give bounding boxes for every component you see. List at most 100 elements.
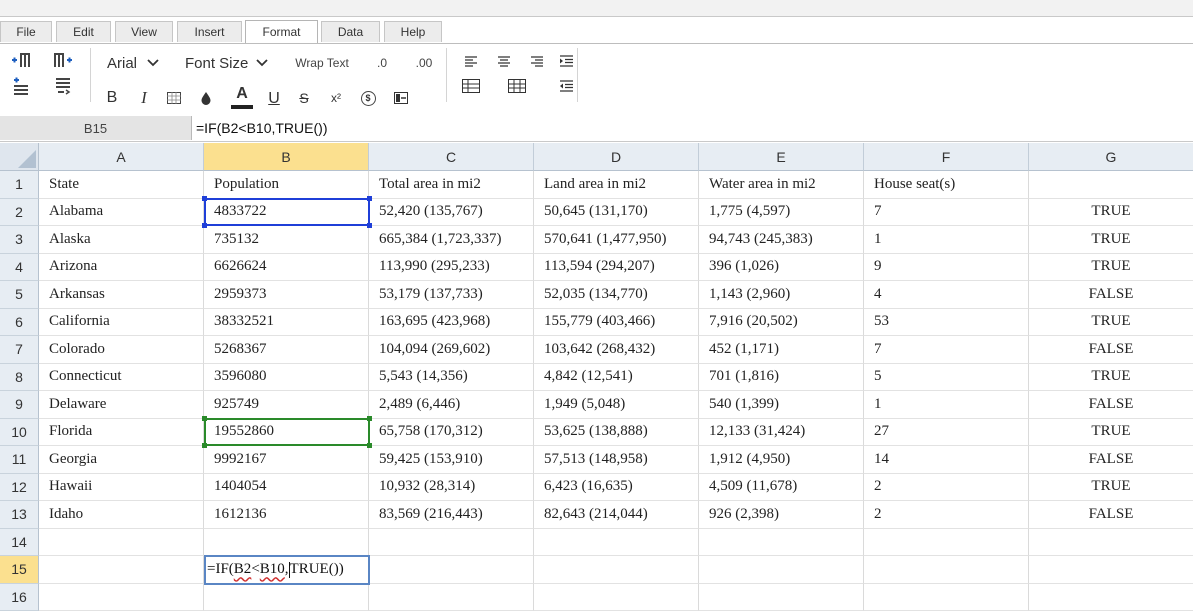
cell-d14[interactable]: [534, 529, 699, 557]
cell-a16[interactable]: [39, 584, 204, 611]
cell-c4[interactable]: 113,990 (295,233): [369, 254, 534, 282]
row-header-9[interactable]: 9: [0, 391, 39, 419]
cell-f12[interactable]: 2: [864, 474, 1029, 502]
text-color-button[interactable]: A: [229, 84, 255, 110]
cell-e6[interactable]: 7,916 (20,502): [699, 309, 864, 337]
cell-a15[interactable]: [39, 556, 204, 584]
tab-data[interactable]: Data: [321, 21, 380, 42]
row-header-10[interactable]: 10: [0, 419, 39, 447]
cell-c15[interactable]: [369, 556, 534, 584]
cell-e13[interactable]: 926 (2,398): [699, 501, 864, 529]
align-right-icon[interactable]: [526, 52, 548, 70]
row-header-15[interactable]: 15: [0, 556, 39, 584]
cell-f11[interactable]: 14: [864, 446, 1029, 474]
cell-editor-b15[interactable]: =IF(B2<B10,TRUE()): [204, 555, 370, 585]
cell-f5[interactable]: 4: [864, 281, 1029, 309]
cell-c10[interactable]: 65,758 (170,312): [369, 419, 534, 447]
underline-button[interactable]: U: [264, 88, 284, 110]
cell-e4[interactable]: 396 (1,026): [699, 254, 864, 282]
cell-d16[interactable]: [534, 584, 699, 611]
row-header-14[interactable]: 14: [0, 529, 39, 557]
cell-a5[interactable]: Arkansas: [39, 281, 204, 309]
cell-d10[interactable]: 53,625 (138,888): [534, 419, 699, 447]
cell-d2[interactable]: 50,645 (131,170): [534, 199, 699, 227]
cell-c11[interactable]: 59,425 (153,910): [369, 446, 534, 474]
cell-d9[interactable]: 1,949 (5,048): [534, 391, 699, 419]
cell-f16[interactable]: [864, 584, 1029, 611]
row-header-12[interactable]: 12: [0, 474, 39, 502]
cell-g10[interactable]: TRUE: [1029, 419, 1193, 447]
cell-e10[interactable]: 12,133 (31,424): [699, 419, 864, 447]
cell-b9[interactable]: 925749: [204, 391, 369, 419]
cell-a14[interactable]: [39, 529, 204, 557]
row-header-5[interactable]: 5: [0, 281, 39, 309]
cell-g6[interactable]: TRUE: [1029, 309, 1193, 337]
tab-insert[interactable]: Insert: [177, 21, 242, 42]
outdent-icon[interactable]: [555, 76, 577, 96]
cell-b14[interactable]: [204, 529, 369, 557]
cell-e11[interactable]: 1,912 (4,950): [699, 446, 864, 474]
range-handle[interactable]: [367, 196, 372, 201]
cell-a4[interactable]: Arizona: [39, 254, 204, 282]
cell-g8[interactable]: TRUE: [1029, 364, 1193, 392]
tab-format[interactable]: Format: [245, 20, 318, 43]
tab-help[interactable]: Help: [384, 21, 442, 42]
range-handle[interactable]: [202, 443, 207, 448]
cell-e1[interactable]: Water area in mi2: [699, 171, 864, 199]
cell-c3[interactable]: 665,384 (1,723,337): [369, 226, 534, 254]
increase-decimal-button[interactable]: .00: [410, 52, 438, 74]
column-header-b[interactable]: B: [204, 143, 369, 171]
cell-b5[interactable]: 2959373: [204, 281, 369, 309]
range-handle[interactable]: [367, 223, 372, 228]
cell-b12[interactable]: 1404054: [204, 474, 369, 502]
range-handle[interactable]: [367, 416, 372, 421]
cell-e2[interactable]: 1,775 (4,597): [699, 199, 864, 227]
wrap-text-button[interactable]: Wrap Text: [290, 52, 354, 74]
cell-d4[interactable]: 113,594 (294,207): [534, 254, 699, 282]
cell-b2[interactable]: 4833722: [204, 199, 369, 227]
borders-icon[interactable]: [164, 88, 184, 108]
cell-a7[interactable]: Colorado: [39, 336, 204, 364]
cell-a8[interactable]: Connecticut: [39, 364, 204, 392]
align-left-icon[interactable]: [460, 52, 482, 70]
cell-a9[interactable]: Delaware: [39, 391, 204, 419]
cell-c12[interactable]: 10,932 (28,314): [369, 474, 534, 502]
column-header-f[interactable]: F: [864, 143, 1029, 171]
cell-e8[interactable]: 701 (1,816): [699, 364, 864, 392]
cell-e14[interactable]: [699, 529, 864, 557]
cell-f6[interactable]: 53: [864, 309, 1029, 337]
cell-g7[interactable]: FALSE: [1029, 336, 1193, 364]
column-header-e[interactable]: E: [699, 143, 864, 171]
row-header-8[interactable]: 8: [0, 364, 39, 392]
cell-d6[interactable]: 155,779 (403,466): [534, 309, 699, 337]
merge-cells-icon[interactable]: [390, 88, 412, 108]
cell-g14[interactable]: [1029, 529, 1193, 557]
cell-f14[interactable]: [864, 529, 1029, 557]
cell-f2[interactable]: 7: [864, 199, 1029, 227]
row-header-3[interactable]: 3: [0, 226, 39, 254]
cell-d12[interactable]: 6,423 (16,635): [534, 474, 699, 502]
cell-e12[interactable]: 4,509 (11,678): [699, 474, 864, 502]
insert-row-above-icon[interactable]: [8, 76, 34, 96]
cell-g1[interactable]: [1029, 171, 1193, 199]
range-handle[interactable]: [202, 223, 207, 228]
cell-g5[interactable]: FALSE: [1029, 281, 1193, 309]
cell-c6[interactable]: 163,695 (423,968): [369, 309, 534, 337]
cell-d11[interactable]: 57,513 (148,958): [534, 446, 699, 474]
cell-reference-box[interactable]: B15: [0, 116, 192, 140]
cell-a10[interactable]: Florida: [39, 419, 204, 447]
cell-g3[interactable]: TRUE: [1029, 226, 1193, 254]
decrease-decimal-button[interactable]: .0: [370, 52, 394, 74]
column-header-g[interactable]: G: [1029, 143, 1193, 171]
cell-c9[interactable]: 2,489 (6,446): [369, 391, 534, 419]
cell-g2[interactable]: TRUE: [1029, 199, 1193, 227]
cell-f15[interactable]: [864, 556, 1029, 584]
cell-d7[interactable]: 103,642 (268,432): [534, 336, 699, 364]
cell-d5[interactable]: 52,035 (134,770): [534, 281, 699, 309]
cell-a12[interactable]: Hawaii: [39, 474, 204, 502]
cell-f10[interactable]: 27: [864, 419, 1029, 447]
cell-g12[interactable]: TRUE: [1029, 474, 1193, 502]
cell-a3[interactable]: Alaska: [39, 226, 204, 254]
indent-icon[interactable]: [555, 52, 577, 70]
cell-d15[interactable]: [534, 556, 699, 584]
